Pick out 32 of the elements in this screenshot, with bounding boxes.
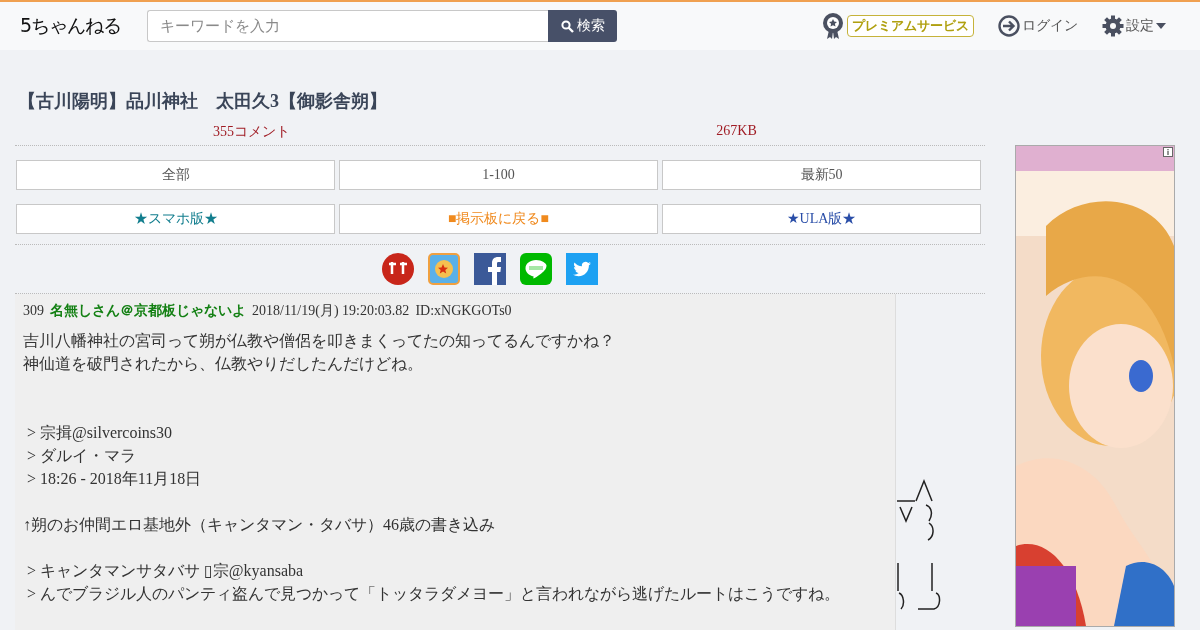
app-share-icon[interactable] [428,253,460,285]
bird-share-icon[interactable] [566,253,598,285]
thread-stat: 355コメント [212,123,291,141]
login-link[interactable]: ログイン [998,15,1078,37]
post-date: 2018/11/19(月) 19:20:03.82 [252,302,410,320]
settings-menu[interactable]: 設定 [1102,15,1166,37]
settings-icon [1102,15,1124,37]
poster-id: ID:xNGKGOTs0 [415,303,512,319]
post-paragraph: 吉川八幡神社の宮司って朔が仏教や僧侶を叩きまくってたの知ってるんですかね？ 神仙道を破門されたから、仏教やりだしたんだけどね。 [23,331,616,374]
nav-button[interactable]: 最新50 [662,160,981,190]
login-icon [998,15,1020,37]
award-badge-icon [822,12,844,40]
post-number: 309 [23,303,44,319]
nav-button[interactable]: 全部 [16,160,335,190]
site-logo[interactable]: 5ちゃんねる [20,13,147,39]
facebook-icon[interactable] [474,253,506,285]
poster-name: 名無しさん＠京都板じゃないよ [50,302,246,320]
caret-icon [1156,23,1166,29]
thread-stat: 267KB [715,123,758,140]
thread-title: 【古川陽明】品川神社 太田久3【御影舎朔】 [18,90,388,113]
nav-button[interactable]: ★ULA版★ [662,204,981,234]
post-paragraph: ↑朔のお仲間エロ基地外（キャンタマン・タバサ）46歳の書き込み [23,515,496,535]
info-icon[interactable] [1163,147,1173,157]
post-paragraph: > 宗揖@silvercoins30 > ダルイ・マラ > 18:26 - 2018年11月18日 [26,423,203,489]
chat-share-icon[interactable] [520,253,552,285]
app-share-icon[interactable] [382,253,414,285]
search-button[interactable]: 検索 [548,10,617,42]
post-paragraph: > キャンタマンサタバサ ▯宗@kyansaba > んでブラジル人のパンティ盗んで見つかって「トッタラダメヨー」と言われながら逃げたルートはこうですね。 [26,561,842,604]
nav-button[interactable]: 1-100 [339,160,658,190]
nav-button[interactable]: ★スマホ版★ [16,204,335,234]
search-field[interactable]: キーワードを入力 [147,10,548,42]
search-icon [560,19,574,33]
